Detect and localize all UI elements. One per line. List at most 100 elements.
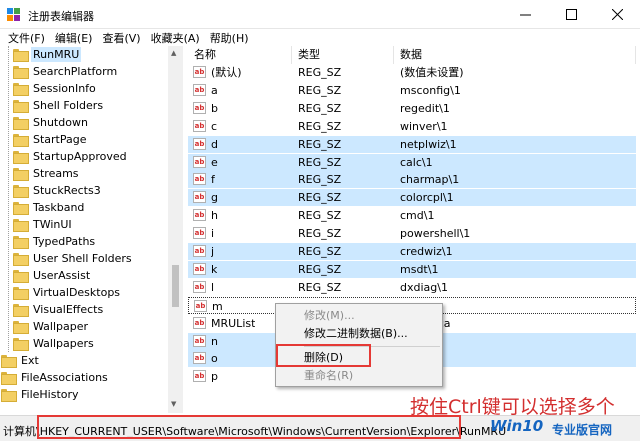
value-type: REG_SZ [298,137,342,151]
folder-icon [1,355,17,368]
folder-icon [13,321,29,334]
tree-item-label: Shell Folders [33,99,104,112]
column-type[interactable]: 类型 [292,46,394,64]
menu-modify-binary[interactable]: 修改二进制数据(B)... [304,325,408,342]
value-data: powershell\1 [400,227,471,241]
value-data: charmap\1 [400,173,460,187]
tree-item-label: FileHistory [21,388,79,401]
folder-icon [1,372,17,385]
registry-tree[interactable]: RunMRU SearchPlatform SessionInfo Shell Fol… [0,46,183,413]
column-name[interactable]: 名称 [188,46,292,64]
string-value-icon: ab [193,334,206,347]
tree-item[interactable]: Wallpaper [13,318,90,335]
menu-rename[interactable]: 重命名(R) [304,367,353,384]
value-name: n [211,334,218,348]
tree-item[interactable]: StartPage [13,131,89,148]
string-value-icon: ab [193,155,206,168]
tree-item[interactable]: RunMRU [13,46,82,63]
tree-item[interactable]: VirtualDesktops [13,284,122,301]
tree-item-label: SearchPlatform [33,65,118,78]
string-value-icon: ab [193,370,206,383]
tree-item[interactable]: FileHistory [1,386,81,403]
tree-scrollbar[interactable]: ▲ ▼ [168,46,183,413]
tree-item[interactable]: SessionInfo [13,80,98,97]
folder-icon [1,389,17,402]
column-data[interactable]: 数据 [394,46,636,64]
value-type: REG_SZ [298,209,342,223]
value-name: e [211,155,218,169]
tree-item-label: Wallpaper [33,320,89,333]
tree-item[interactable]: Streams [13,165,81,182]
tree-item-label: Wallpapers [33,337,94,350]
tree-item[interactable]: UserAssist [13,267,92,284]
close-button[interactable] [594,0,640,29]
tree-item[interactable]: TypedPaths [13,233,97,250]
close-icon [611,9,623,20]
string-value-icon: ab [193,173,206,186]
tree-item[interactable]: VisualEffects [13,301,105,318]
menu-favorites[interactable]: 收藏夹(A) [147,30,204,46]
value-row[interactable]: ab d REG_SZ netplwiz\1 [188,135,636,153]
value-row[interactable]: ab h REG_SZ cmd\1 [188,207,636,224]
value-data: winver\1 [400,119,448,133]
string-value-icon: ab [194,299,207,312]
value-row[interactable]: ab b REG_SZ regedit\1 [188,100,636,117]
menu-modify[interactable]: 修改(M)... [304,307,355,324]
value-row[interactable]: ab (默认) REG_SZ (数值未设置) [188,64,636,81]
tree-item[interactable]: Wallpapers [13,335,96,352]
tree-item-label: TypedPaths [33,235,96,248]
tree-scroll-thumb[interactable] [172,265,179,307]
folder-icon [13,134,29,147]
tree-item[interactable]: StuckRects3 [13,182,103,199]
value-data: (数值未设置) [400,66,464,79]
menu-edit[interactable]: 编辑(E) [51,30,97,46]
tree-item[interactable]: Shutdown [13,114,90,131]
tree-item-label: TWinUI [33,218,72,231]
value-name: j [211,245,215,258]
window-title: 注册表编辑器 [28,10,94,23]
tree-item[interactable]: TWinUI [13,216,74,233]
menu-file[interactable]: 文件(F) [4,30,49,46]
folder-icon [13,66,29,79]
value-row[interactable]: ab g REG_SZ colorcpl\1 [188,189,636,207]
value-type: REG_SZ [298,227,342,241]
watermark-sub: 专业版官网 [552,423,613,437]
folder-icon [13,49,29,62]
value-row[interactable]: ab c REG_SZ winver\1 [188,118,636,135]
value-row[interactable]: ab k REG_SZ msdt\1 [188,260,636,278]
value-type: REG_SZ [298,280,342,294]
tree-item[interactable]: Taskband [13,199,86,216]
value-name: d [211,137,218,151]
watermark-brand: Win10 [490,417,544,435]
value-data: regedit\1 [400,101,450,115]
menu-help[interactable]: 帮助(H) [206,30,253,46]
value-row[interactable]: ab e REG_SZ calc\1 [188,153,636,171]
value-row[interactable]: ab l REG_SZ dxdiag\1 [188,279,636,296]
tree-item[interactable]: FileAssociations [1,369,110,386]
value-row[interactable]: ab a REG_SZ msconfig\1 [188,82,636,99]
value-type: REG_SZ [298,66,342,79]
tree-item[interactable]: StartupApproved [13,148,129,165]
string-value-icon: ab [193,191,206,204]
tree-item[interactable]: Ext [1,352,41,369]
minimize-button[interactable] [502,0,548,29]
menu-view[interactable]: 查看(V) [98,30,144,46]
value-row[interactable]: ab i REG_SZ powershell\1 [188,225,636,242]
tree-item[interactable]: Shell Folders [13,97,105,114]
tree-item[interactable]: SearchPlatform [13,63,119,80]
value-row[interactable]: ab j REG_SZ credwiz\1 [188,243,636,260]
value-data: netplwiz\1 [400,137,457,151]
value-data: msconfig\1 [400,83,461,97]
value-type: REG_SZ [298,245,342,258]
watermark-logo: Win10 专业版官网 [490,409,640,441]
scroll-down-icon[interactable]: ▼ [171,400,176,408]
value-name: (默认) [211,66,242,79]
value-type: REG_SZ [298,191,342,205]
value-data: colorcpl\1 [400,191,454,205]
tree-item-label: Shutdown [33,116,88,129]
maximize-button[interactable] [548,0,594,29]
tree-item[interactable]: User Shell Folders [13,250,134,267]
value-row[interactable]: ab f REG_SZ charmap\1 [188,171,636,189]
string-value-icon: ab [193,316,206,329]
scroll-up-icon[interactable]: ▲ [171,49,176,57]
